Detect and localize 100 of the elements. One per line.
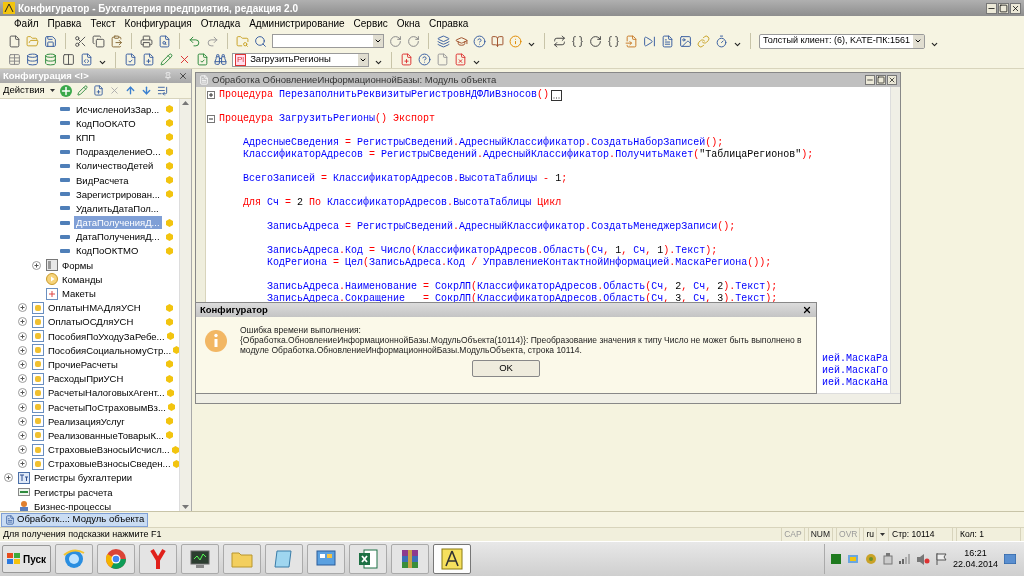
- tree-item[interactable]: СтраховыеВзносыСведен...: [46, 457, 173, 471]
- find-previous-icon[interactable]: [407, 34, 420, 48]
- tree-item[interactable]: РасходыПриУСН: [46, 372, 126, 386]
- start-button[interactable]: Пуск: [2, 545, 52, 573]
- restore-icon[interactable]: [998, 2, 1009, 14]
- scrollbar[interactable]: [890, 87, 900, 393]
- step-into-icon[interactable]: [553, 34, 566, 48]
- tree-item[interactable]: РасчетыНалоговыхАгент...: [46, 386, 167, 400]
- remove-breakpoints-icon[interactable]: [454, 53, 467, 66]
- minimize-icon[interactable]: [986, 2, 997, 14]
- tree-item[interactable]: РасчетыПоСтраховымВз...: [46, 400, 168, 414]
- scrollbar[interactable]: [179, 99, 191, 511]
- collapse-icon[interactable]: [207, 115, 215, 123]
- tree-item[interactable]: КоличествоДетей: [74, 159, 156, 173]
- timer-icon[interactable]: [715, 34, 728, 48]
- tree-item[interactable]: Формы: [60, 258, 96, 272]
- tree-item[interactable]: ДатаПолученияД...: [74, 230, 162, 244]
- dropdown-icon[interactable]: [472, 58, 481, 67]
- layout-icon[interactable]: [62, 53, 75, 66]
- uncomment-icon[interactable]: [178, 53, 191, 66]
- restore-icon[interactable]: [876, 75, 886, 85]
- evaluate-icon[interactable]: [661, 34, 674, 48]
- expand-icon[interactable]: [18, 416, 27, 426]
- tree-item[interactable]: Регистры бухгалтерии: [32, 471, 135, 485]
- menu-item[interactable]: Конфигурация: [124, 16, 192, 31]
- power-icon[interactable]: [882, 553, 893, 565]
- expand-icon[interactable]: [32, 260, 41, 270]
- expand-icon[interactable]: [18, 430, 27, 440]
- tutor-icon[interactable]: [455, 34, 468, 48]
- expand-icon[interactable]: [18, 317, 27, 327]
- ok-button[interactable]: OK: [472, 360, 540, 377]
- menu-item[interactable]: Файл: [14, 16, 39, 31]
- tree-item[interactable]: СтраховыеВзносыИсчисл...: [46, 443, 172, 457]
- add-icon[interactable]: [59, 84, 72, 97]
- search-field[interactable]: [272, 34, 384, 48]
- step-out-icon[interactable]: [589, 34, 602, 48]
- step-over-icon[interactable]: [571, 34, 584, 48]
- tree-item[interactable]: ПодразделениеО...: [74, 145, 163, 159]
- taskbar-app[interactable]: [391, 544, 430, 574]
- tree-item[interactable]: РеализованныеТоварыК...: [46, 428, 166, 442]
- print-icon[interactable]: [140, 34, 153, 48]
- tree-item[interactable]: Команды: [60, 272, 105, 286]
- client-combo[interactable]: Толстый клиент: (6), KATE-ПК:1561: [759, 33, 925, 49]
- procedure-combo[interactable]: ЗагрузитьРегионы: [250, 52, 354, 67]
- tree-item[interactable]: ИсчисленоИзЗар...: [74, 102, 162, 116]
- comment-icon[interactable]: [160, 53, 173, 66]
- expand-icon[interactable]: [18, 445, 27, 455]
- outdent-icon[interactable]: [142, 53, 155, 66]
- tree-item[interactable]: Зарегистрирован...: [74, 187, 162, 201]
- dropdown-icon[interactable]: [98, 58, 107, 67]
- tree-item[interactable]: ВидРасчета: [74, 173, 131, 187]
- move-down-icon[interactable]: [140, 85, 152, 96]
- database-icon[interactable]: [26, 53, 39, 66]
- tree-item[interactable]: Бизнес-процессы: [32, 499, 113, 511]
- help-icon[interactable]: [473, 34, 486, 48]
- copy-icon[interactable]: [92, 34, 105, 48]
- taskbar-app[interactable]: [349, 544, 388, 574]
- close-icon[interactable]: [887, 75, 897, 85]
- tree-item[interactable]: ПрочиеРасчеты: [46, 357, 120, 371]
- breakpoint-icon[interactable]: [400, 53, 413, 66]
- menu-item[interactable]: Окна: [396, 16, 421, 31]
- preview-icon[interactable]: [158, 34, 171, 48]
- expand-icon[interactable]: [4, 473, 13, 483]
- menu-item[interactable]: Отладка: [200, 16, 241, 31]
- expand-icon[interactable]: [18, 359, 27, 369]
- tree-item[interactable]: УдалитьДатаПол...: [74, 201, 161, 215]
- run-to-cursor-icon[interactable]: [607, 34, 620, 48]
- undo-icon[interactable]: [188, 34, 201, 48]
- conditional-breakpoint-icon[interactable]: [418, 53, 431, 66]
- syntax-check-icon[interactable]: [196, 53, 209, 66]
- expand-icon[interactable]: [18, 374, 27, 384]
- sort-icon[interactable]: [156, 85, 168, 96]
- scroll-down-icon[interactable]: [182, 505, 189, 509]
- expand-icon[interactable]: [18, 388, 27, 398]
- copy-item-icon[interactable]: [92, 85, 104, 96]
- menu-item[interactable]: Правка: [47, 16, 82, 31]
- windows-icon[interactable]: [437, 34, 450, 48]
- expand-icon[interactable]: [18, 303, 27, 313]
- close-icon[interactable]: [802, 305, 812, 315]
- tree-item[interactable]: КПП: [74, 130, 98, 144]
- dropdown-icon[interactable]: [374, 37, 382, 45]
- table-icon[interactable]: [8, 53, 21, 66]
- expand-icon[interactable]: [18, 331, 27, 341]
- move-up-icon[interactable]: [124, 85, 136, 96]
- menu-item[interactable]: Сервис: [353, 16, 388, 31]
- expand-icon[interactable]: [18, 459, 27, 469]
- cut-icon[interactable]: [74, 34, 87, 48]
- module-icon[interactable]: [80, 53, 93, 66]
- procedure-search-icon[interactable]: [214, 53, 227, 66]
- menu-item[interactable]: Администрирование: [249, 16, 345, 31]
- flag-icon[interactable]: [935, 553, 947, 565]
- tree-item[interactable]: КодПоОКАТО: [74, 116, 138, 130]
- scroll-up-icon[interactable]: [182, 101, 189, 105]
- scrollbar[interactable]: [196, 393, 900, 403]
- menu-item[interactable]: Текст: [90, 16, 116, 31]
- tree-item[interactable]: РеализацияУслуг: [46, 414, 127, 428]
- find-next-icon[interactable]: [389, 34, 402, 48]
- expand-icon[interactable]: [18, 345, 27, 355]
- book-icon[interactable]: [491, 34, 504, 48]
- expand-icon[interactable]: [207, 91, 215, 99]
